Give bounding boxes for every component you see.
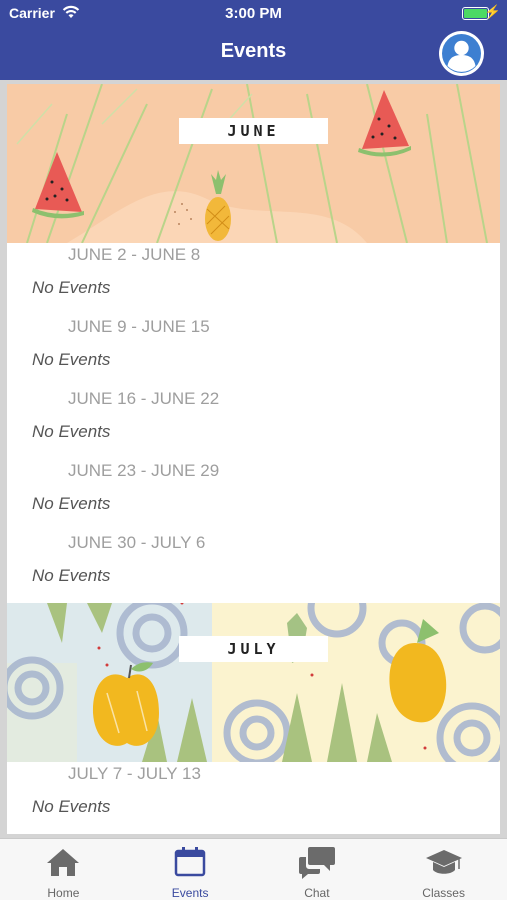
tab-events-label: Events [171,886,209,900]
month-label-june: JUNE [179,118,328,144]
tab-events[interactable]: Events [127,839,254,900]
no-events-text: No Events [32,350,111,369]
no-events-text: No Events [32,494,111,513]
status-bar: Carrier 3:00 PM ⚡ [0,0,507,28]
no-events-text: No Events [32,278,111,297]
tab-home-label: Home [47,886,80,900]
user-avatar-icon [442,34,481,73]
tab-home[interactable]: Home [0,839,127,900]
week-section[interactable]: JULY 7 - JULY 13 No Events [7,762,500,834]
chat-icon [298,845,336,884]
tab-chat-label: Chat [304,886,330,900]
tab-classes-label: Classes [422,886,465,900]
status-time: 3:00 PM [225,5,282,22]
week-range: JUNE 2 - JUNE 8 [68,245,201,264]
week-section[interactable]: JUNE 9 - JUNE 15 No Events [7,315,500,387]
page-title: Events [220,40,287,62]
home-icon [46,847,80,882]
month-banner-july: JULY [7,603,500,762]
week-range: JUNE 9 - JUNE 15 [68,317,210,336]
week-section[interactable]: JUNE 16 - JUNE 22 No Events [7,387,500,459]
calendar-icon [174,847,206,882]
week-section[interactable]: JUNE 23 - JUNE 29 No Events [7,459,500,531]
month-label-july: JULY [179,636,328,662]
no-events-text: No Events [32,566,111,585]
profile-avatar-button[interactable] [439,31,484,76]
tab-chat[interactable]: Chat [254,839,381,900]
events-list[interactable]: JUNE JUNE 2 - JUNE 8 No Events JUNE 9 - … [7,84,500,834]
no-events-text: No Events [32,797,111,816]
july-weeks: JULY 7 - JULY 13 No Events [7,762,500,834]
graduation-cap-icon [425,849,463,882]
week-range: JUNE 30 - JULY 6 [68,533,206,552]
charging-bolt-icon: ⚡ [484,4,501,19]
week-range: JUNE 23 - JUNE 29 [68,461,220,480]
week-section[interactable]: JUNE 30 - JULY 6 No Events [7,531,500,603]
week-range: JULY 7 - JULY 13 [68,764,201,783]
navigation-header: Carrier 3:00 PM ⚡ Events [0,0,507,80]
no-events-text: No Events [32,422,111,441]
fruit-illustration [7,603,500,762]
week-range: JUNE 16 - JUNE 22 [68,389,220,408]
week-section[interactable]: JUNE 2 - JUNE 8 No Events [7,243,500,315]
summer-illustration [7,84,500,243]
month-banner-june: JUNE [7,84,500,243]
tab-bar: Home Events Chat Classes [0,838,507,900]
june-weeks: JUNE 2 - JUNE 8 No Events JUNE 9 - JUNE … [7,243,500,603]
tab-classes[interactable]: Classes [380,839,507,900]
